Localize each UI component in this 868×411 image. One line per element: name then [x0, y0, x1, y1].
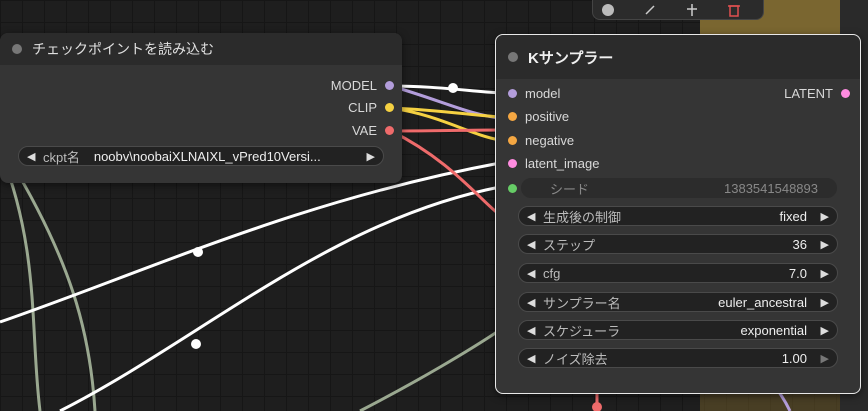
slot-dot-icon[interactable]: [508, 136, 517, 145]
ksampler-node[interactable]: Kサンプラー model positive negative latent_im…: [495, 34, 861, 394]
slot-label: VAE: [351, 123, 377, 138]
steps-number-widget[interactable]: ◀ ステップ 36 ▶: [518, 234, 838, 254]
wire-gray-3: [359, 328, 501, 411]
slot-label: positive: [525, 109, 570, 124]
wire-purple: [390, 84, 501, 120]
widget-label: シード: [550, 181, 590, 197]
input-slot-positive[interactable]: positive: [508, 109, 569, 124]
widget-value: 36: [792, 236, 807, 252]
arrow-right-icon[interactable]: ▶: [817, 210, 829, 223]
ckpt-name-combo[interactable]: ◀ ckpt名 noobv\noobaiXLNAIXL_vPred10Versi…: [18, 146, 384, 166]
checkpoint-loader-node[interactable]: チェックポイントを読み込む MODEL CLIP VAE ◀ ckpt名 noo…: [0, 33, 402, 183]
slot-label: LATENT: [784, 86, 833, 101]
widget-label: cfg: [543, 265, 561, 281]
slot-label: model: [525, 86, 561, 101]
slot-label: latent_image: [525, 156, 600, 171]
output-slot-clip[interactable]: CLIP: [348, 100, 394, 115]
node-title-bar[interactable]: Kサンプラー: [496, 35, 860, 79]
wire-vae-1: [390, 128, 501, 133]
wire-vae-2: [390, 129, 501, 217]
arrow-right-icon[interactable]: ▶: [817, 352, 829, 365]
scheduler-combo[interactable]: ◀ スケジューラ exponential ▶: [518, 320, 838, 340]
denoise-number-widget[interactable]: ◀ ノイズ除去 1.00 ▶: [518, 348, 838, 368]
wire-gray-1: [0, 149, 42, 411]
node-title-bar[interactable]: チェックポイントを読み込む: [0, 33, 402, 65]
output-slot-model[interactable]: MODEL: [331, 78, 394, 93]
slot-dot-icon[interactable]: [841, 89, 850, 98]
reroute-dot: [193, 247, 203, 257]
widget-value: 7.0: [788, 265, 807, 281]
slot-dot-icon[interactable]: [385, 126, 394, 135]
arrow-left-icon[interactable]: ◀: [527, 296, 539, 309]
control-after-generate-combo[interactable]: ◀ 生成後の制御 fixed ▶: [518, 206, 838, 226]
widget-value: exponential: [740, 322, 808, 338]
output-slot-latent[interactable]: LATENT: [784, 86, 850, 101]
arrow-right-icon[interactable]: ▶: [817, 296, 829, 309]
pin-icon[interactable]: [643, 3, 657, 17]
widget-value: 1383541548893: [724, 180, 818, 196]
widget-value: fixed: [779, 208, 807, 224]
widget-label: ckpt名: [43, 149, 80, 165]
arrow-left-icon[interactable]: ◀: [527, 352, 539, 365]
seed-input-dot-icon[interactable]: [508, 184, 517, 193]
widget-label: 生成後の制御: [543, 209, 622, 225]
bypass-icon[interactable]: [685, 3, 699, 17]
arrow-left-icon[interactable]: ◀: [527, 267, 539, 280]
graph-canvas[interactable]: N N チェックポイントを読み込む MODEL CLIP VAE: [0, 0, 868, 411]
widget-label: ステップ: [543, 237, 596, 253]
widget-label: スケジューラ: [543, 323, 621, 339]
wire-clip-1: [390, 106, 501, 119]
arrow-right-icon[interactable]: ▶: [817, 267, 829, 280]
collapse-dot-icon[interactable]: [12, 44, 22, 54]
slot-label: CLIP: [348, 100, 377, 115]
wire-white-3: [59, 185, 501, 411]
widget-value: euler_ancestral: [718, 294, 807, 310]
arrow-right-icon[interactable]: ▶: [363, 150, 375, 163]
color-dot-icon[interactable]: [601, 3, 615, 17]
arrow-left-icon[interactable]: ◀: [527, 238, 539, 251]
node-title: チェックポイントを読み込む: [32, 41, 214, 57]
slot-label: MODEL: [330, 78, 377, 93]
slot-dot-icon[interactable]: [508, 112, 517, 121]
slot-dot-icon[interactable]: [385, 103, 394, 112]
slot-dot-icon[interactable]: [508, 159, 517, 168]
arrow-left-icon[interactable]: ◀: [27, 150, 39, 163]
widget-value: 1.00: [781, 350, 807, 366]
arrow-left-icon[interactable]: ◀: [527, 210, 539, 223]
slot-dot-icon[interactable]: [385, 81, 394, 90]
widget-value: noobv\noobaiXLNAIXL_vPred10Versi...: [93, 148, 321, 164]
arrow-right-icon[interactable]: ▶: [817, 238, 829, 251]
input-slot-negative[interactable]: negative: [508, 133, 574, 148]
slot-label: negative: [525, 133, 575, 148]
wire-white-model: [390, 84, 501, 95]
reroute-dot: [448, 83, 458, 93]
input-slot-model[interactable]: model: [508, 86, 560, 101]
widget-label: ノイズ除去: [543, 351, 608, 367]
node-toolbar: [592, 0, 764, 20]
reroute-dot: [592, 402, 602, 411]
wire-white-2: [0, 161, 501, 324]
wire-clip-2: [390, 106, 501, 142]
node-title: Kサンプラー: [528, 49, 614, 67]
widget-label: サンプラー名: [543, 295, 621, 311]
wire-gray-2: [8, 159, 97, 411]
arrow-right-icon[interactable]: ▶: [817, 324, 829, 337]
sampler-name-combo[interactable]: ◀ サンプラー名 euler_ancestral ▶: [518, 292, 838, 312]
input-slot-latent-image[interactable]: latent_image: [508, 156, 599, 171]
output-slot-vae[interactable]: VAE: [352, 123, 394, 138]
collapse-dot-icon[interactable]: [508, 52, 518, 62]
delete-icon[interactable]: [727, 3, 741, 17]
reroute-dot: [191, 339, 201, 349]
slot-dot-icon[interactable]: [508, 89, 517, 98]
arrow-left-icon[interactable]: ◀: [527, 324, 539, 337]
cfg-number-widget[interactable]: ◀ cfg 7.0 ▶: [518, 263, 838, 283]
seed-widget[interactable]: シード 1383541548893: [521, 178, 837, 198]
